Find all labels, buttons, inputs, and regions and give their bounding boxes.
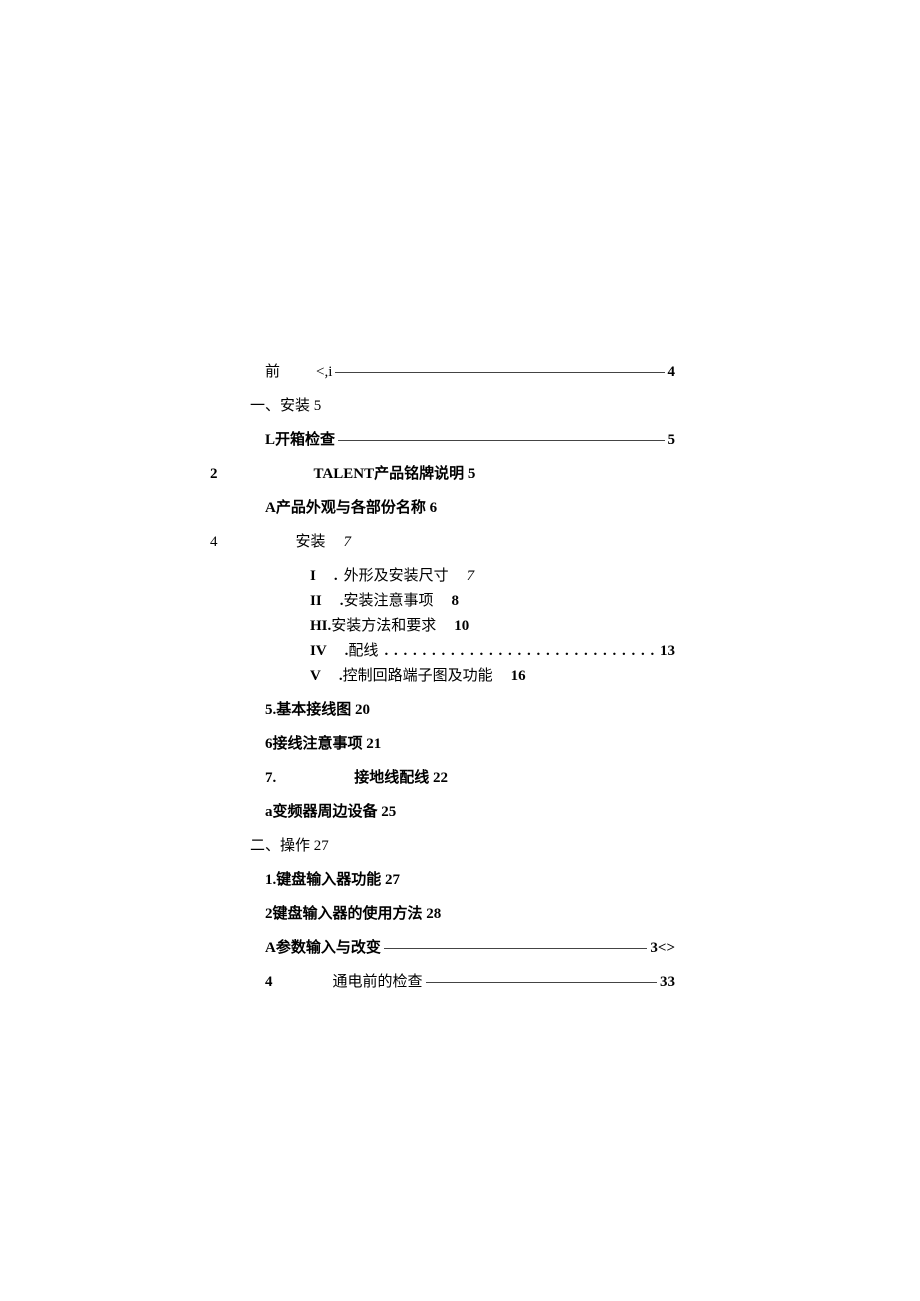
toc-entry-peripheral: a变频器周边设备 25 [265,800,675,821]
label: A参数输入与改变 [265,936,381,957]
roman-marker: I [310,568,316,585]
leader-line [335,372,664,373]
toc-entry-install: 4 安装 7 [210,530,675,551]
leader-line [426,982,657,983]
page-number: 4 [668,364,676,381]
label: 2键盘输入器的使用方法 28 [265,902,441,923]
toc-entry-basic-wiring: 5.基本接线图 20 [265,698,675,719]
toc-sub-outline: I . 外形及安装尺寸 7 [310,564,675,585]
label: 安装方法和要求 [331,614,436,635]
page-number: 10 [454,618,469,635]
number-marker: 4 [210,534,218,551]
label: 5.基本接线图 20 [265,698,370,719]
leader-line [384,948,648,949]
page-number: 8 [451,593,459,610]
toc-sub-precaution: II . 安装注意事项 8 [310,589,675,610]
toc-entry-keypad-use: 2键盘输入器的使用方法 28 [265,902,675,923]
roman-marker: HI. [310,618,331,635]
page-number: 16 [511,668,526,685]
toc-entry-precheck: 4 通电前的检查 33 [265,970,675,991]
label: A产品外观与各部份名称 6 [265,496,437,517]
label: 一、安装 5 [250,394,321,415]
page-number: 5 [668,432,676,449]
page-number: 7 [467,568,475,585]
page-number: 33 [660,974,675,991]
label: TALENT产品铭牌说明 5 [314,462,476,483]
toc-entry-param: A参数输入与改变 3<> [265,936,675,957]
label: 安装 [296,530,326,551]
number-marker: 2 [210,466,218,483]
label: 配线 [348,639,378,660]
page-number: 3<> [650,940,675,957]
toc-section-operate: 二、操作 27 [250,834,675,855]
number-marker: 4 [265,974,273,991]
toc-entry-nameplate: 2 TALENT产品铭牌说明 5 [210,462,675,483]
label: a变频器周边设备 25 [265,800,396,821]
page-content: 前 <,i 4 一、安装 5 L开箱检查 5 2 TALENT产品铭牌说明 5 … [0,0,920,991]
label: 6接线注意事项 21 [265,732,381,753]
roman-marker: IV [310,643,327,660]
label: 外形及安装尺寸 [344,564,449,585]
toc-entry-unpack: L开箱检查 5 [265,428,675,449]
toc-section-install: 一、安装 5 [250,394,675,415]
toc-entry-appearance: A产品外观与各部份名称 6 [265,496,675,517]
label: L开箱检查 [265,428,335,449]
roman-marker: V [310,668,321,685]
toc-entry-wiring-note: 6接线注意事项 21 [265,732,675,753]
toc-sub-wiring: IV . 配线 . . . . . . . . . . . . . . . . … [310,639,675,660]
leader-dots: . . . . . . . . . . . . . . . . . . . . … [384,643,654,660]
page-number: 13 [660,643,675,660]
toc-sub-method: HI. 安装方法和要求 10 [310,614,675,635]
page-number: 7 [344,534,352,551]
label-part: 前 [265,360,280,381]
number-marker: 7. [265,770,276,787]
label: 安装注意事项 [343,589,433,610]
label: 控制回路端子图及功能 [343,664,493,685]
leader-line [338,440,664,441]
label: 二、操作 27 [250,834,329,855]
toc-entry-keypad-func: 1.键盘输入器功能 27 [265,868,675,889]
roman-marker: II [310,593,322,610]
dot: . [334,568,338,585]
label-part: <,i [316,364,332,381]
label: 通电前的检查 [333,970,423,991]
label: 1.键盘输入器功能 27 [265,868,400,889]
label: 接地线配线 22 [354,766,448,787]
toc-entry-grounding: 7. 接地线配线 22 [265,766,675,787]
toc-sub-terminal: V . 控制回路端子图及功能 16 [310,664,675,685]
toc-entry-preface: 前 <,i 4 [265,360,675,381]
